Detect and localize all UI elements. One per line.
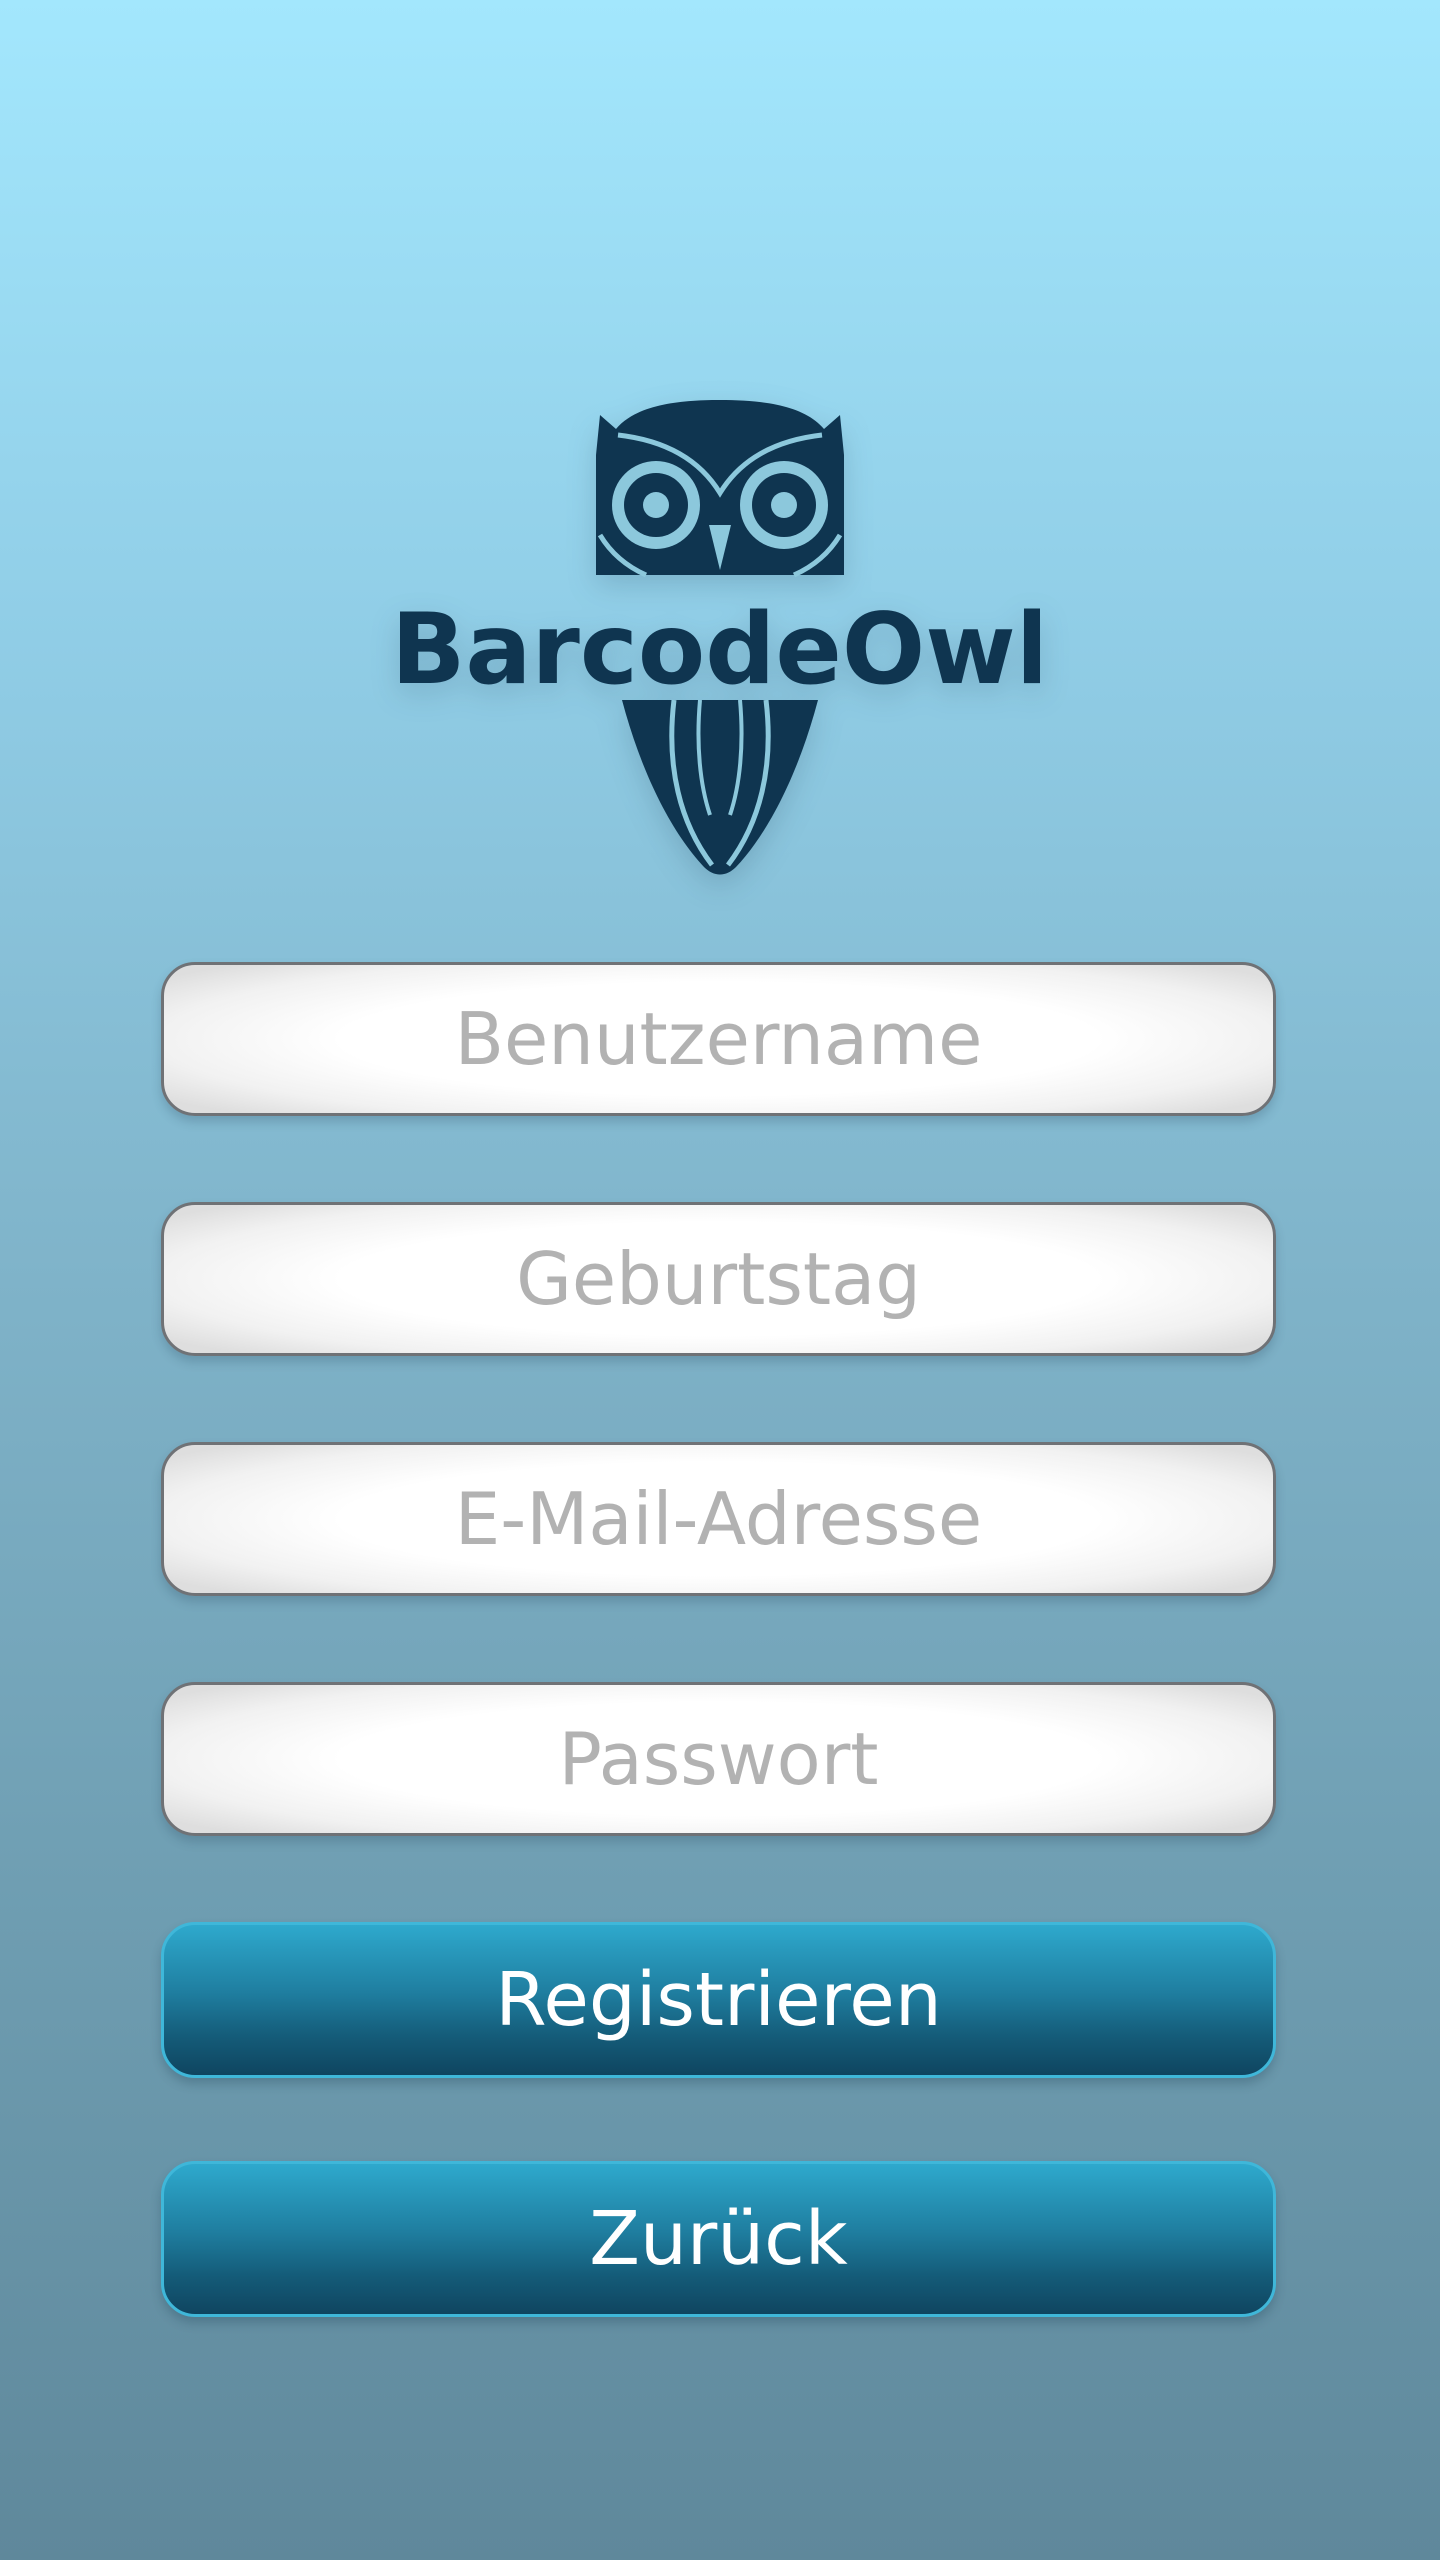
birthday-input[interactable] xyxy=(164,1205,1273,1353)
password-input[interactable] xyxy=(164,1685,1273,1833)
email-field-container xyxy=(161,1442,1276,1596)
logo-wordmark: BarcodeOwl xyxy=(400,593,1040,707)
app-logo: BarcodeOwl xyxy=(400,395,1040,885)
register-button-label: Registrieren xyxy=(495,1957,942,2043)
register-button[interactable]: Registrieren xyxy=(161,1922,1276,2078)
username-field-container xyxy=(161,962,1276,1116)
back-button[interactable]: Zurück xyxy=(161,2161,1276,2317)
email-input[interactable] xyxy=(164,1445,1273,1593)
back-button-label: Zurück xyxy=(589,2196,848,2282)
birthday-field-container xyxy=(161,1202,1276,1356)
password-field-container xyxy=(161,1682,1276,1836)
owl-logo-icon: BarcodeOwl xyxy=(400,400,1040,875)
username-input[interactable] xyxy=(164,965,1273,1113)
